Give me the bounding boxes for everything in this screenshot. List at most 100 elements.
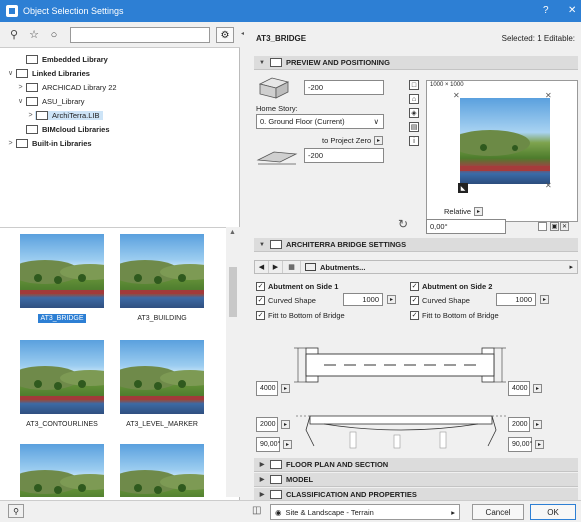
next-page-button[interactable]: ▶ (269, 261, 283, 273)
hotspot-marker[interactable]: ✕ (453, 91, 460, 100)
relative-arrow-button[interactable]: ▸ (474, 207, 483, 216)
floor-plan-section-header[interactable]: ▶ FLOOR PLAN AND SECTION (254, 458, 578, 472)
chevron-icon[interactable]: ∨ (16, 97, 25, 105)
gear-icon[interactable]: ⚙ (216, 27, 234, 43)
library-tree-item[interactable]: Embedded Library (0, 52, 240, 66)
object-thumbnail[interactable]: AT3_BUILDING (120, 234, 204, 322)
bridge-settings-header[interactable]: ▼ ARCHITERRA BRIDGE SETTINGS (254, 238, 578, 252)
angle-input[interactable]: 0,00° (426, 219, 506, 234)
right-height-input[interactable]: 2000 (508, 417, 530, 432)
prev-page-button[interactable]: ◀ (255, 261, 269, 273)
home-story-select[interactable]: 0. Ground Floor (Current) ∨ (256, 114, 384, 129)
section-title: CLASSIFICATION AND PROPERTIES (286, 490, 417, 499)
chevron-icon[interactable]: > (6, 140, 15, 147)
anchor-point-icon[interactable]: ◣ (458, 183, 468, 193)
library-tree-item[interactable]: > Built-in Libraries (0, 136, 240, 150)
thumbnail-image (120, 234, 204, 308)
collapse-panel-icon[interactable]: ◂ (241, 30, 244, 37)
library-view-icon[interactable]: ⚲ (6, 27, 22, 43)
project-zero-arrow-button[interactable]: ▸ (374, 136, 383, 145)
object-thumbnail[interactable] (20, 444, 104, 497)
help-button[interactable]: ? (543, 5, 549, 16)
library-tree-item[interactable]: > ARCHICAD Library 22 (0, 80, 240, 94)
checkbox-label: Curved Shape (268, 296, 316, 305)
object-thumbnail[interactable]: AT3_LEVEL_MARKER (120, 340, 204, 428)
section-title: ARCHITERRA BRIDGE SETTINGS (286, 240, 407, 249)
right-width-arrow[interactable]: ▸ (533, 384, 542, 393)
section-view-icon[interactable]: ⌂ (409, 94, 419, 104)
object-thumbnail[interactable] (120, 444, 204, 497)
section-title: PREVIEW AND POSITIONING (286, 58, 390, 67)
tree-item-label: Embedded Library (42, 54, 108, 64)
page-selector[interactable]: Abutments... (301, 263, 365, 272)
preview-close-icon[interactable]: ✕ (560, 222, 569, 231)
curved-shape1-input[interactable]: 1000 (343, 293, 383, 306)
3d-view-icon[interactable]: ◈ (409, 108, 419, 118)
layer-select[interactable]: ◉ Site & Landscape - Terrain ▸ (270, 504, 460, 520)
curved-shape1-arrow[interactable]: ▸ (387, 295, 396, 304)
right-angle-arrow[interactable]: ▸ (535, 440, 544, 449)
search-icon[interactable]: ○ (46, 27, 62, 43)
layer-value: Site & Landscape - Terrain (285, 507, 374, 517)
library-tree-item[interactable]: ∨ Linked Libraries (0, 66, 240, 80)
left-width-input[interactable]: 4000 (256, 381, 278, 396)
preview-option-icon[interactable]: ▣ (550, 222, 559, 231)
library-tree-item[interactable]: ∨ ASU_Library (0, 94, 240, 108)
tree-item-label: Linked Libraries (32, 68, 90, 78)
object-thumbnail[interactable]: AT3_BRIDGE (20, 234, 104, 323)
left-height-input[interactable]: 2000 (256, 417, 278, 432)
thumbnail-scrollbar[interactable]: ▲ (226, 227, 240, 497)
library-search-input[interactable] (70, 27, 210, 43)
library-manager-icon[interactable]: ⚲ (8, 504, 24, 518)
curved-shape2-arrow[interactable]: ▸ (540, 295, 549, 304)
left-width-arrow[interactable]: ▸ (281, 384, 290, 393)
left-angle-arrow[interactable]: ▸ (283, 440, 292, 449)
classification-icon (270, 490, 282, 499)
info-icon[interactable]: i (409, 136, 419, 146)
layer-dropdown-icon: ▸ (451, 507, 455, 517)
curved-shape2-input[interactable]: 1000 (496, 293, 536, 306)
ok-button[interactable]: OK (530, 504, 576, 520)
selected-info: Selected: 1 Editable: (501, 34, 575, 43)
plan-view-icon[interactable]: □ (409, 80, 419, 90)
curved-shape2-checkbox[interactable]: ✓ Curved Shape (410, 296, 470, 305)
scroll-up-icon[interactable]: ▲ (229, 229, 236, 236)
right-angle-input[interactable]: 90,00° (508, 437, 532, 452)
abutment-side2-checkbox[interactable]: ✓ Abutment on Side 2 (410, 282, 492, 291)
cancel-button[interactable]: Cancel (472, 504, 524, 520)
curved-shape1-checkbox[interactable]: ✓ Curved Shape (256, 296, 316, 305)
checkbox-label: Abutment on Side 2 (422, 282, 493, 291)
preview-section-header[interactable]: ▼ PREVIEW AND POSITIONING (254, 56, 578, 70)
library-tree-item[interactable]: > ArchiTerra.LIB (0, 108, 240, 122)
page-dropdown-icon[interactable]: ▸ (569, 263, 573, 271)
object-name: AT3_BRIDGE (256, 33, 307, 43)
mirror-checkbox[interactable] (538, 222, 547, 231)
preview-image (460, 98, 550, 184)
page-list-icon[interactable]: ▦ (283, 261, 301, 273)
favorites-star-icon[interactable]: ☆ (26, 27, 42, 43)
left-height-arrow[interactable]: ▸ (281, 420, 290, 429)
scrollbar-thumb[interactable] (229, 267, 237, 317)
elevation-view-icon[interactable]: ▤ (409, 122, 419, 132)
project-zero-input[interactable]: -200 (304, 148, 384, 163)
height-input[interactable]: -200 (304, 80, 384, 95)
object-thumbnail[interactable]: AT3_CONTOURLINES (20, 340, 104, 428)
right-width-input[interactable]: 4000 (508, 381, 530, 396)
expand-arrow-icon: ▼ (259, 59, 265, 66)
fit-bottom2-checkbox[interactable]: ✓ Fitt to Bottom of Bridge (410, 311, 499, 320)
model-section-header[interactable]: ▶ MODEL (254, 473, 578, 487)
chevron-icon[interactable]: > (26, 112, 35, 119)
home-story-value: 0. Ground Floor (Current) (260, 117, 345, 126)
preview-view-tools: □ ⌂ ◈ ▤ i (409, 80, 423, 150)
chevron-icon[interactable]: ∨ (6, 69, 15, 77)
right-height-arrow[interactable]: ▸ (533, 420, 542, 429)
fit-bottom1-checkbox[interactable]: ✓ Fitt to Bottom of Bridge (256, 311, 345, 320)
hotspot-marker[interactable]: ✕ (545, 181, 552, 190)
thumbnail-image (20, 340, 104, 414)
left-angle-input[interactable]: 90,00° (256, 437, 280, 452)
close-button[interactable]: ✕ (568, 5, 576, 16)
library-tree-item[interactable]: BIMcloud Libraries (0, 122, 240, 136)
thumbnail-image (20, 444, 104, 497)
chevron-icon[interactable]: > (16, 84, 25, 91)
abutment-side1-checkbox[interactable]: ✓ Abutment on Side 1 (256, 282, 338, 291)
